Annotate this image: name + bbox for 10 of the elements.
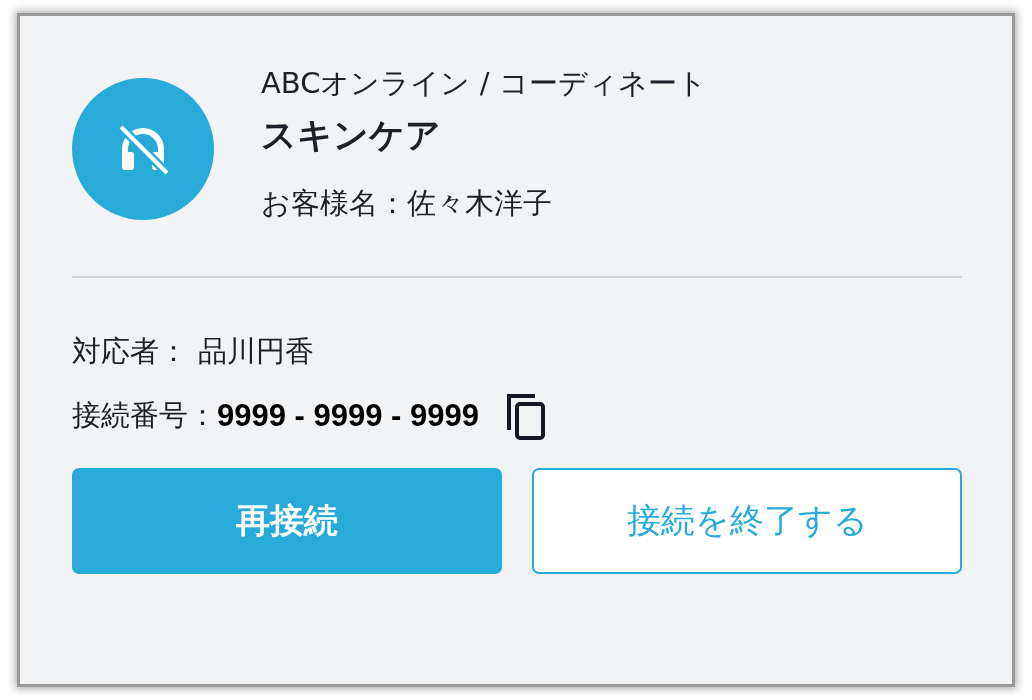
detail-label: 対応者： bbox=[72, 333, 188, 370]
service-name: ABCオンライン / コーディネート bbox=[261, 65, 707, 102]
detail-label: 接続番号： bbox=[72, 397, 217, 434]
customer-name: お客様名：佐々木洋子 bbox=[261, 185, 553, 222]
end-connection-button[interactable]: 接続を終了する bbox=[532, 468, 962, 574]
detail-value: 9999 - 9999 - 9999 bbox=[217, 398, 479, 434]
copy-icon[interactable] bbox=[505, 392, 545, 440]
reconnect-button[interactable]: 再接続 bbox=[72, 468, 502, 574]
category-title: スキンケア bbox=[261, 114, 442, 157]
detail-value: 品川円香 bbox=[198, 333, 314, 370]
